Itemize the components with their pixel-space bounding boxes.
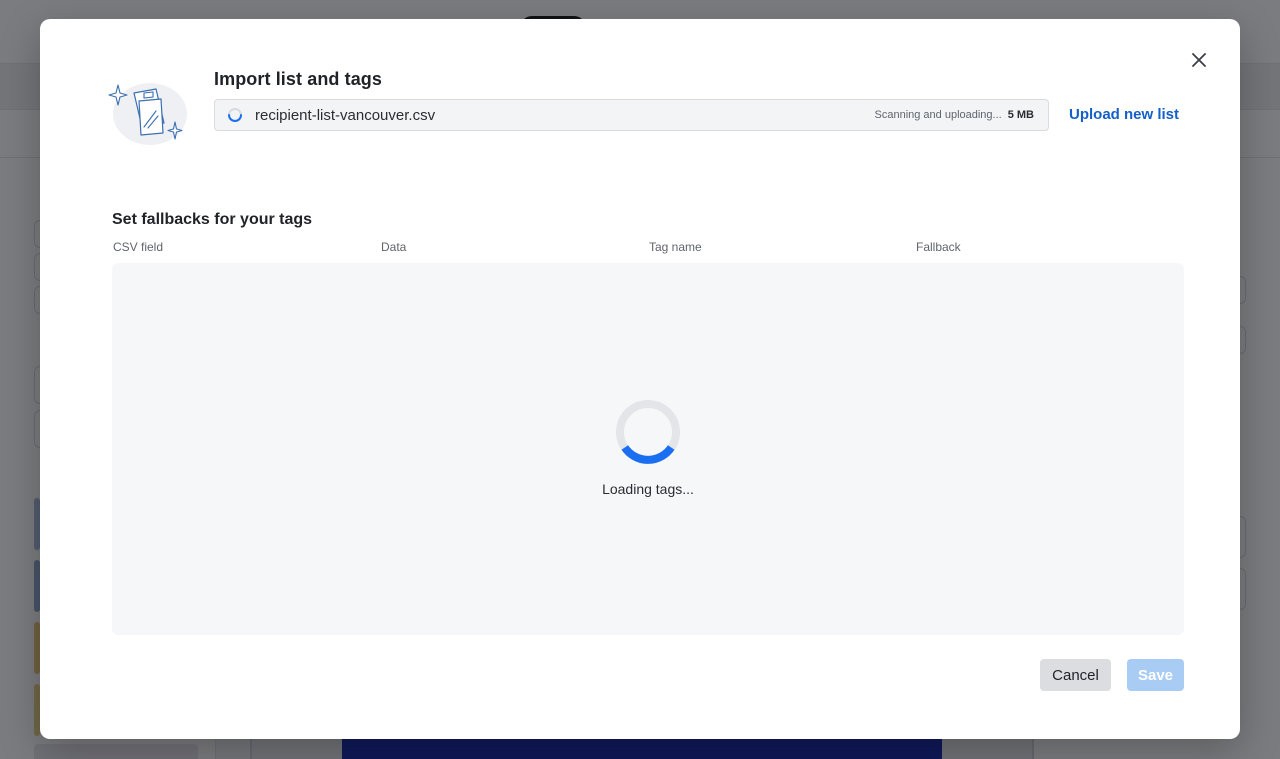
modal-title: Import list and tags <box>214 69 383 89</box>
close-button[interactable] <box>1188 49 1210 71</box>
save-button[interactable]: Save <box>1127 659 1184 691</box>
uploaded-file-bar: recipient-list-vancouver.csv Scanning an… <box>214 99 1049 131</box>
close-icon <box>1192 53 1206 67</box>
column-header-tag-name: Tag name <box>649 240 702 254</box>
column-header-csv-field: CSV field <box>113 240 164 254</box>
tags-table-body: Loading tags... <box>112 263 1184 635</box>
column-header-data: Data <box>381 240 407 254</box>
documents-sparkle-illustration <box>108 83 187 145</box>
cancel-button[interactable]: Cancel <box>1040 659 1111 691</box>
upload-new-list-link[interactable]: Upload new list <box>1069 106 1179 123</box>
loading-tags-text: Loading tags... <box>602 481 694 497</box>
loading-spinner-icon <box>616 400 680 464</box>
column-header-fallback: Fallback <box>916 240 961 254</box>
loading-spinner-icon <box>228 108 242 122</box>
fallbacks-section-title: Set fallbacks for your tags <box>112 211 313 228</box>
upload-status: Scanning and uploading... <box>874 109 1002 121</box>
file-size: 5 MB <box>1007 109 1034 121</box>
import-list-modal: Import list and tags recipient-list-vanc… <box>40 19 1240 739</box>
file-name: recipient-list-vancouver.csv <box>255 106 436 124</box>
